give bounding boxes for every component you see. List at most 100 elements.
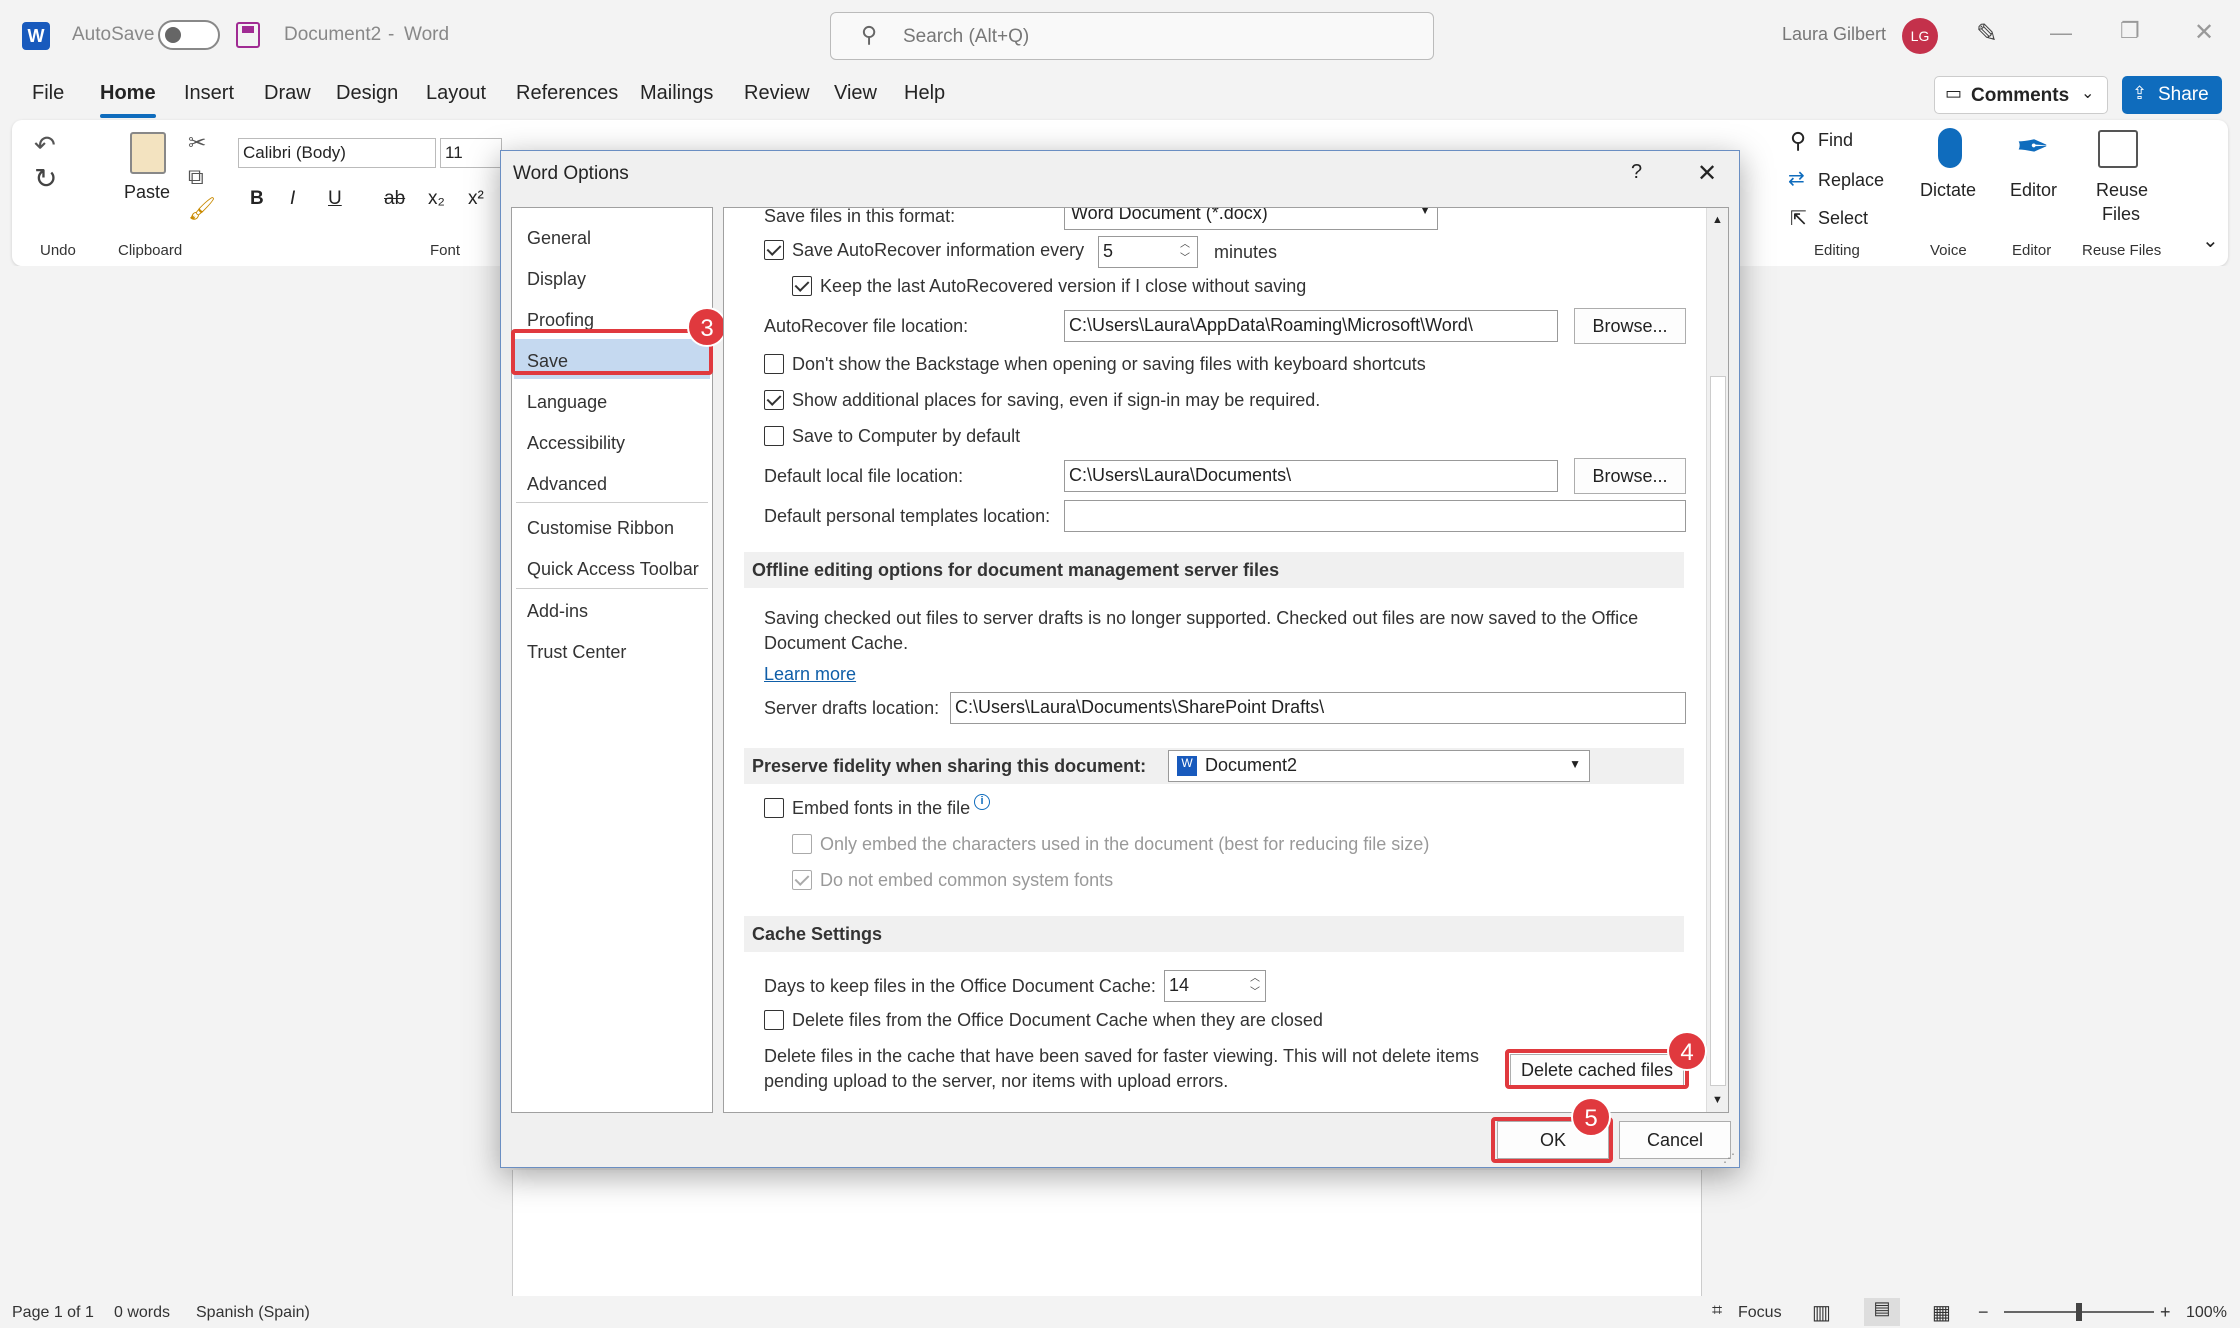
- word-count[interactable]: 0 words: [114, 1304, 170, 1322]
- tab-review[interactable]: Review: [744, 82, 810, 105]
- tab-home[interactable]: Home: [100, 82, 156, 105]
- read-mode-icon[interactable]: ▥: [1812, 1300, 1831, 1325]
- delete-closed-checkbox[interactable]: [764, 1010, 784, 1030]
- spin-down-icon[interactable]: ﹀: [1248, 986, 1262, 1000]
- close-window-icon[interactable]: ✕: [2194, 18, 2214, 47]
- nav-display[interactable]: Display: [527, 269, 586, 290]
- nav-general[interactable]: General: [527, 228, 591, 249]
- menu-bar: File Home Insert Draw Design Layout Refe…: [0, 72, 2240, 120]
- spin-down-icon[interactable]: ﹀: [1178, 252, 1192, 266]
- copy-icon[interactable]: ⧉: [188, 164, 204, 190]
- cut-icon[interactable]: ✂: [188, 130, 206, 156]
- local-browse-button[interactable]: Browse...: [1574, 458, 1686, 494]
- learn-more-link[interactable]: Learn more: [764, 664, 856, 685]
- nav-customise-ribbon[interactable]: Customise Ribbon: [527, 518, 674, 539]
- superscript-button[interactable]: x²: [468, 188, 484, 210]
- keep-last-checkbox[interactable]: [792, 276, 812, 296]
- dialog-help-button[interactable]: ?: [1631, 161, 1642, 184]
- underline-button[interactable]: U: [328, 188, 342, 210]
- strikethrough-button[interactable]: ab: [384, 188, 405, 210]
- reuse-files-button[interactable]: Reuse: [2096, 180, 2148, 201]
- tab-references[interactable]: References: [516, 82, 618, 105]
- info-icon[interactable]: i: [974, 794, 990, 810]
- scrollbar-thumb[interactable]: [1710, 376, 1726, 1086]
- embed-chars-checkbox[interactable]: [792, 834, 812, 854]
- scrollbar-track[interactable]: ▲ ▼: [1706, 208, 1728, 1112]
- cancel-button[interactable]: Cancel: [1619, 1121, 1731, 1159]
- ar-location-input[interactable]: C:\Users\Laura\AppData\Roaming\Microsoft…: [1064, 310, 1558, 342]
- minimize-icon[interactable]: —: [2050, 20, 2072, 46]
- bold-button[interactable]: B: [250, 188, 264, 210]
- tab-design[interactable]: Design: [336, 82, 398, 105]
- tab-insert[interactable]: Insert: [184, 82, 234, 105]
- tab-draw[interactable]: Draw: [264, 82, 311, 105]
- share-button[interactable]: ⇪ Share: [2122, 76, 2222, 114]
- nav-add-ins[interactable]: Add-ins: [527, 601, 588, 622]
- search-box[interactable]: ⚲ Search (Alt+Q): [830, 12, 1434, 60]
- undo-icon[interactable]: ↶: [34, 130, 56, 161]
- comments-button[interactable]: ▭ Comments ⌄: [1934, 76, 2108, 114]
- paste-label[interactable]: Paste: [124, 182, 170, 203]
- spin-up-icon[interactable]: ︿: [1178, 238, 1192, 252]
- document-page[interactable]: [512, 1170, 1702, 1296]
- focus-button[interactable]: Focus: [1738, 1304, 1782, 1322]
- save-icon[interactable]: [236, 22, 260, 48]
- ar-browse-button[interactable]: Browse...: [1574, 308, 1686, 344]
- avatar[interactable]: LG: [1902, 18, 1938, 54]
- nav-quick-access-toolbar[interactable]: Quick Access Toolbar: [527, 559, 699, 580]
- zoom-out-button[interactable]: −: [1978, 1302, 1989, 1323]
- font-size-select[interactable]: 11: [440, 138, 502, 168]
- format-painter-icon[interactable]: 🖌: [188, 196, 216, 222]
- pen-icon[interactable]: ✎: [1976, 18, 1998, 49]
- scroll-up-icon[interactable]: ▲: [1712, 214, 1723, 226]
- resize-grip-icon[interactable]: ⋰: [1723, 1151, 1735, 1165]
- tab-mailings[interactable]: Mailings: [640, 82, 713, 105]
- print-layout-icon[interactable]: ▤: [1864, 1298, 1900, 1326]
- italic-button[interactable]: I: [290, 188, 295, 210]
- show-places-checkbox[interactable]: [764, 390, 784, 410]
- nav-trust-center[interactable]: Trust Center: [527, 642, 626, 663]
- save-computer-checkbox[interactable]: [764, 426, 784, 446]
- tab-file[interactable]: File: [32, 82, 64, 105]
- select-button[interactable]: Select: [1818, 208, 1868, 229]
- dictate-button[interactable]: Dictate: [1920, 180, 1976, 201]
- restore-icon[interactable]: ❐: [2120, 18, 2140, 44]
- no-backstage-checkbox[interactable]: [764, 354, 784, 374]
- autosave-toggle[interactable]: [158, 20, 220, 50]
- zoom-in-button[interactable]: +: [2160, 1302, 2171, 1323]
- autorecover-checkbox[interactable]: [764, 240, 784, 260]
- templates-input[interactable]: [1064, 500, 1686, 532]
- local-location-input[interactable]: C:\Users\Laura\Documents\: [1064, 460, 1558, 492]
- reuse-files-button-line2[interactable]: Files: [2102, 204, 2140, 225]
- page-count[interactable]: Page 1 of 1: [12, 1304, 94, 1322]
- nav-proofing[interactable]: Proofing: [527, 310, 594, 331]
- editor-button[interactable]: Editor: [2010, 180, 2057, 201]
- tab-help[interactable]: Help: [904, 82, 945, 105]
- ribbon-collapse-icon[interactable]: ⌄: [2202, 228, 2219, 253]
- nav-language[interactable]: Language: [527, 392, 607, 413]
- select-icon: ⇱: [1790, 208, 1807, 230]
- tab-layout[interactable]: Layout: [426, 82, 486, 105]
- spin-up-icon[interactable]: ︿: [1248, 972, 1262, 986]
- zoom-level[interactable]: 100%: [2186, 1304, 2227, 1322]
- zoom-slider[interactable]: [2004, 1303, 2154, 1321]
- drafts-input[interactable]: C:\Users\Laura\Documents\SharePoint Draf…: [950, 692, 1686, 724]
- tab-view[interactable]: View: [834, 82, 877, 105]
- embed-fonts-checkbox[interactable]: [764, 798, 784, 818]
- web-layout-icon[interactable]: ▦: [1932, 1300, 1951, 1325]
- format-select[interactable]: Word Document (*.docx) ▼: [1064, 208, 1438, 230]
- language-status[interactable]: Spanish (Spain): [196, 1304, 310, 1322]
- replace-button[interactable]: Replace: [1818, 170, 1884, 191]
- redo-icon[interactable]: ↻: [34, 162, 57, 195]
- subscript-button[interactable]: x₂: [428, 188, 445, 210]
- find-button[interactable]: Find: [1818, 130, 1853, 151]
- nav-advanced[interactable]: Advanced: [527, 474, 607, 495]
- nav-accessibility[interactable]: Accessibility: [527, 433, 625, 454]
- fidelity-document-select[interactable]: W Document2 ▼: [1168, 750, 1590, 782]
- scroll-down-icon[interactable]: ▼: [1712, 1094, 1723, 1106]
- no-common-fonts-checkbox[interactable]: [792, 870, 812, 890]
- paste-icon[interactable]: [130, 132, 166, 174]
- dialog-close-icon[interactable]: ✕: [1697, 159, 1717, 188]
- focus-icon[interactable]: ⌗: [1712, 1300, 1722, 1321]
- font-name-select[interactable]: Calibri (Body): [238, 138, 436, 168]
